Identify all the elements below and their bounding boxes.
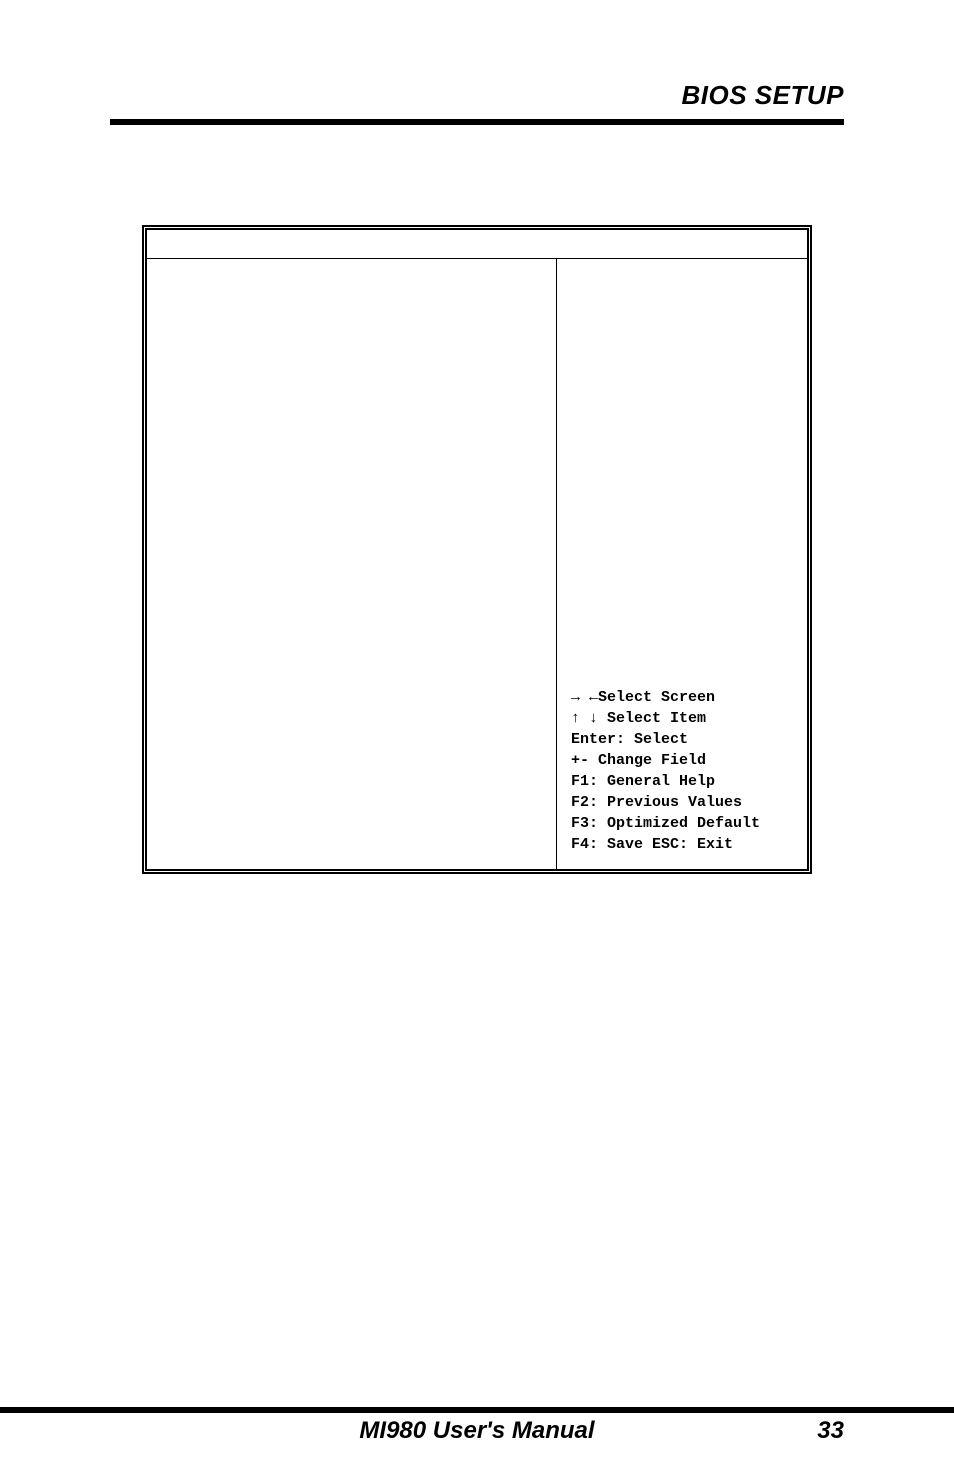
nav-change-field: +- Change Field [571, 750, 797, 771]
footer-page-number: 33 [817, 1417, 844, 1445]
bios-left-pane [147, 259, 557, 869]
footer-manual-title: MI980 User's Manual [359, 1417, 594, 1445]
nav-select-screen: → ←Select Screen [571, 687, 797, 708]
header-rule [110, 119, 844, 125]
bios-frame: → ←Select Screen ↑ ↓ Select Item Enter: … [142, 225, 812, 874]
bios-content-row: → ←Select Screen ↑ ↓ Select Item Enter: … [147, 259, 807, 869]
footer-row: MI980 User's Manual 33 [0, 1407, 954, 1445]
nav-f1: F1: General Help [571, 771, 797, 792]
nav-enter: Enter: Select [571, 729, 797, 750]
nav-select-item: ↑ ↓ Select Item [571, 708, 797, 729]
header-title: BIOS SETUP [110, 80, 844, 111]
nav-f2: F2: Previous Values [571, 792, 797, 813]
bios-top-row [147, 230, 807, 259]
bios-right-pane: → ←Select Screen ↑ ↓ Select Item Enter: … [557, 259, 807, 869]
nav-f3: F3: Optimized Default [571, 813, 797, 834]
nav-help-block: → ←Select Screen ↑ ↓ Select Item Enter: … [571, 687, 797, 855]
nav-f4: F4: Save ESC: Exit [571, 834, 797, 855]
